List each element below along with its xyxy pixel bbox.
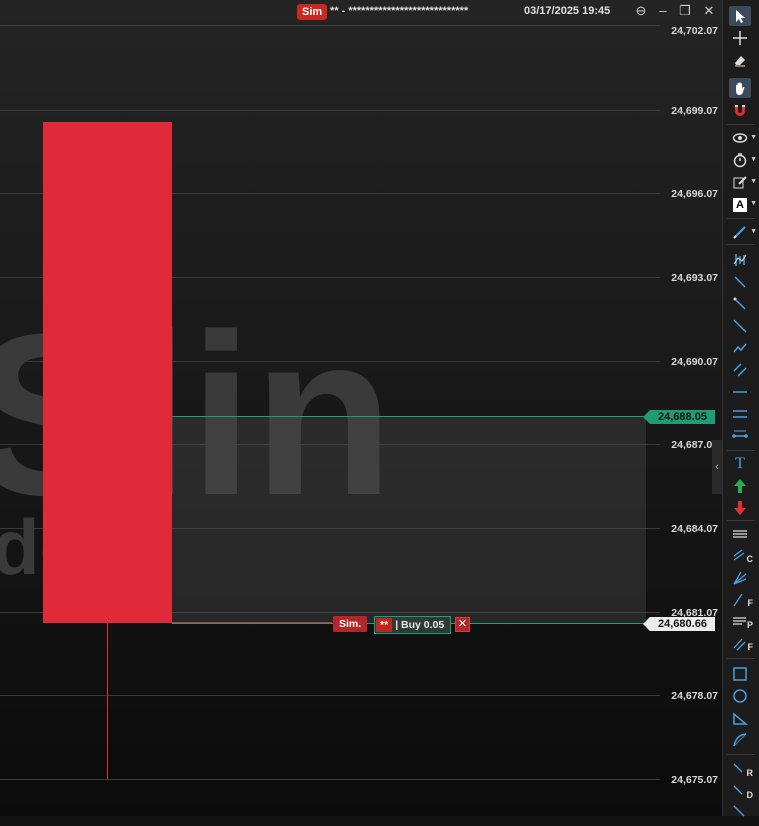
hand-pan-icon[interactable] bbox=[729, 78, 751, 98]
close-window-button[interactable]: ✕ bbox=[699, 2, 719, 20]
minimize-button[interactable]: – bbox=[653, 2, 673, 20]
timer-icon[interactable]: ▼ bbox=[729, 150, 757, 170]
eraser-icon[interactable] bbox=[729, 50, 751, 70]
text-icon[interactable]: T bbox=[729, 454, 751, 474]
suffix-f: F bbox=[747, 598, 754, 608]
order-label[interactable]: ** | Buy 0.05 bbox=[374, 616, 452, 634]
price-tick: 24,702.07 bbox=[671, 25, 718, 37]
fib-fan-icon[interactable] bbox=[729, 568, 751, 588]
fib-channel-icon[interactable]: C bbox=[729, 546, 754, 566]
datetime-label: 03/17/2025 19:45 bbox=[524, 5, 611, 17]
price-tick: 24,684.07 bbox=[671, 523, 718, 535]
order-text: | Buy 0.05 bbox=[395, 619, 445, 631]
ray-icon[interactable] bbox=[729, 294, 751, 314]
horizontal-line-icon[interactable] bbox=[729, 382, 751, 402]
rectangle-icon[interactable] bbox=[729, 664, 751, 684]
toolbar-separator bbox=[727, 218, 755, 219]
price-tick: 24,696.07 bbox=[671, 188, 718, 200]
range-icon[interactable] bbox=[729, 426, 751, 446]
entry-line-red bbox=[172, 622, 332, 623]
toolbar-separator bbox=[727, 658, 755, 659]
arrow-down-icon[interactable] bbox=[729, 498, 751, 518]
fib-retracement-icon[interactable]: P bbox=[729, 612, 753, 632]
price-tick: 24,690.07 bbox=[671, 356, 718, 368]
price-tick: 24,693.07 bbox=[671, 272, 718, 284]
arrow-up-icon[interactable] bbox=[729, 476, 751, 496]
collapse-panel-tab[interactable]: ‹ bbox=[712, 440, 722, 494]
line-icon[interactable] bbox=[729, 272, 751, 292]
select-pointer-icon[interactable] bbox=[729, 6, 751, 26]
toolbar-separator bbox=[727, 450, 755, 451]
price-tick: 24,699.07 bbox=[671, 105, 718, 117]
toolbar-separator bbox=[727, 520, 755, 521]
take-profit-price-flag[interactable]: 24,688.05 bbox=[643, 410, 715, 424]
toolbar-separator bbox=[727, 754, 755, 755]
text-box-icon[interactable]: A ▼ bbox=[729, 194, 757, 214]
suffix-r: R bbox=[746, 768, 754, 778]
price-tick: 24,687.07 bbox=[671, 439, 718, 451]
diagonal-icon[interactable]: D bbox=[729, 782, 753, 802]
take-profit-line[interactable] bbox=[172, 416, 652, 417]
sim-badge: Sim bbox=[297, 4, 328, 20]
order-close-button[interactable]: ✕ bbox=[455, 617, 470, 632]
candle-wick bbox=[107, 623, 108, 779]
entry-price-flag[interactable]: 24,680.66 bbox=[643, 617, 715, 631]
suffix-f2: F bbox=[747, 642, 754, 652]
arc-icon[interactable] bbox=[729, 730, 751, 750]
channel-icon[interactable] bbox=[729, 360, 751, 380]
position-zone[interactable] bbox=[172, 417, 646, 623]
fib-extension-icon[interactable]: F bbox=[729, 590, 754, 610]
triangle-icon[interactable] bbox=[729, 708, 751, 728]
gridline bbox=[0, 110, 660, 111]
order-qty-badge: ** bbox=[376, 618, 393, 632]
suffix-c: C bbox=[746, 554, 754, 564]
crosshair-icon[interactable] bbox=[729, 28, 751, 48]
indicator-icon[interactable] bbox=[729, 250, 751, 270]
toolbar-separator bbox=[727, 244, 755, 245]
magnet-icon[interactable] bbox=[729, 100, 751, 120]
order-account-badge[interactable]: Sim. bbox=[333, 616, 368, 632]
brush-icon[interactable]: ▼ bbox=[729, 222, 757, 242]
price-tick: 24,678.07 bbox=[671, 690, 718, 702]
candle-body[interactable] bbox=[43, 122, 172, 623]
edit-icon[interactable]: ▼ bbox=[729, 172, 757, 192]
fib-time-icon[interactable]: F bbox=[729, 634, 754, 654]
gridline bbox=[0, 25, 660, 26]
gridline bbox=[0, 695, 660, 696]
polyline-icon[interactable] bbox=[729, 338, 751, 358]
suffix-p: P bbox=[746, 620, 753, 630]
maximize-button[interactable]: ❐ bbox=[675, 2, 695, 20]
price-tick: 24,675.07 bbox=[671, 774, 718, 786]
eye-icon[interactable]: ▼ bbox=[729, 128, 757, 148]
pitchfork-icon[interactable] bbox=[729, 524, 751, 544]
regression-icon[interactable]: R bbox=[729, 760, 754, 780]
parallel-lines-icon[interactable] bbox=[729, 404, 751, 424]
toolbar-separator bbox=[727, 124, 755, 125]
drawing-toolbar: ▼ ▼ ▼ A ▼ ▼ T C F P F R D bbox=[722, 0, 759, 817]
title-bar: Sim ** - **************************** 03… bbox=[0, 0, 722, 24]
options-button[interactable]: ⊖ bbox=[631, 2, 651, 20]
text-box-label: A bbox=[733, 198, 747, 212]
ellipse-icon[interactable] bbox=[729, 686, 751, 706]
angle-icon[interactable] bbox=[729, 802, 751, 822]
trend-line-icon[interactable] bbox=[729, 316, 751, 336]
chart-area[interactable]: Slin de 24,702.07 24,699.07 24,696.07 24… bbox=[0, 0, 722, 816]
text-tool-label: T bbox=[735, 455, 745, 472]
gridline bbox=[0, 779, 660, 780]
instrument-title: ** - **************************** bbox=[330, 5, 469, 17]
